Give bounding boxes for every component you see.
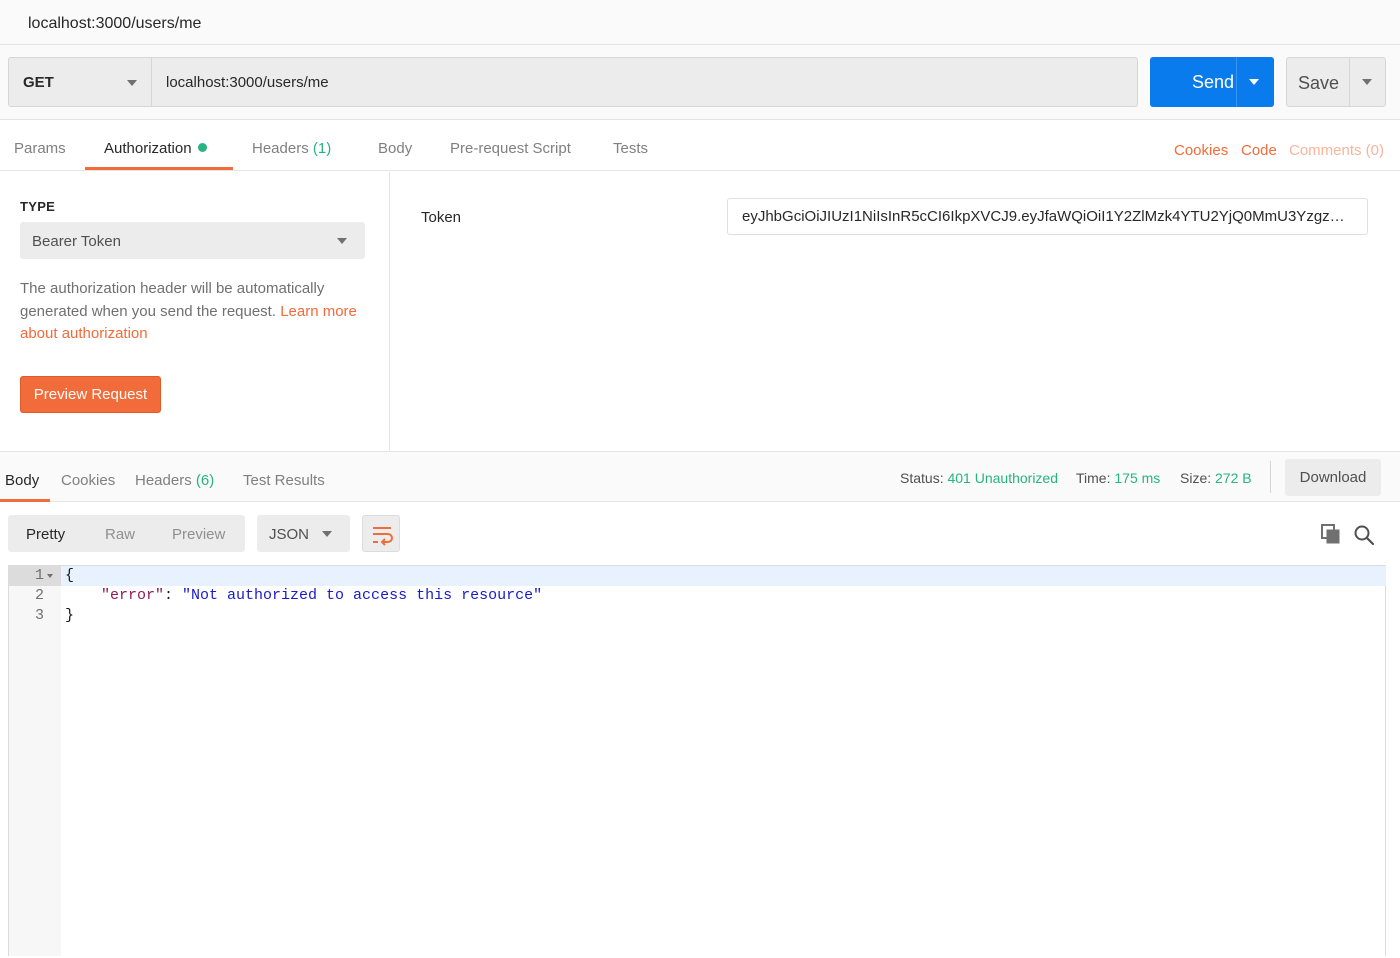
active-dot-icon — [197, 143, 207, 152]
format-select[interactable]: JSON — [257, 515, 350, 552]
token-label: Token — [421, 209, 462, 226]
auth-token-panel: Token — [391, 172, 1400, 450]
response-tab-body[interactable]: Body — [5, 472, 39, 489]
wrap-lines-icon — [373, 527, 393, 546]
line-number: 1 — [34, 567, 44, 584]
method-value: GET — [23, 74, 54, 91]
tab-authorization-label: Authorization — [104, 140, 192, 157]
cookies-link[interactable]: Cookies — [1174, 142, 1228, 159]
chevron-down-icon — [127, 80, 137, 86]
tab-body[interactable]: Body — [378, 140, 412, 157]
save-button[interactable]: Save — [1286, 57, 1386, 107]
line-number: 3 — [34, 607, 44, 624]
code-line-open-brace: { — [65, 567, 75, 584]
response-view-toggle: Pretty Raw Preview — [8, 515, 245, 552]
response-tab-headers-label: Headers — [135, 472, 192, 489]
meta-divider — [1270, 461, 1271, 493]
token-input[interactable] — [727, 198, 1368, 235]
line-number: 2 — [34, 587, 44, 604]
chevron-down-icon — [322, 531, 332, 537]
tab-tests[interactable]: Tests — [613, 140, 648, 157]
size-label: Size: — [1180, 470, 1212, 486]
status-meta: Status: 401 Unauthorized — [900, 470, 1058, 486]
size-value: 272 B — [1215, 470, 1252, 486]
auth-type-panel: TYPE Bearer Token The authorization head… — [0, 172, 390, 450]
active-response-tab-indicator — [0, 499, 50, 502]
json-key: "error" — [101, 587, 165, 604]
save-divider — [1349, 58, 1350, 106]
tab-headers[interactable]: Headers (1) — [252, 140, 331, 157]
json-colon: : — [164, 587, 183, 604]
comments-link[interactable]: Comments (0) — [1289, 142, 1384, 159]
response-body-editor[interactable]: 1 2 3 { "error": "Not authorized to acce… — [8, 565, 1386, 956]
status-value: 401 Unauthorized — [947, 470, 1059, 486]
send-label: Send — [1192, 72, 1235, 92]
response-tab-headers[interactable]: Headers (6) — [135, 472, 214, 489]
time-label: Time: — [1076, 470, 1111, 486]
response-tab-test-results[interactable]: Test Results — [243, 472, 325, 489]
json-value: "Not authorized to access this resource" — [182, 587, 543, 604]
time-meta: Time: 175 ms — [1076, 470, 1160, 486]
save-options-chevron-icon[interactable] — [1362, 79, 1372, 85]
fold-chevron-icon[interactable] — [47, 574, 53, 578]
wrap-lines-button[interactable] — [362, 515, 400, 552]
send-button[interactable]: Send — [1150, 57, 1274, 107]
auth-type-value: Bearer Token — [32, 233, 121, 250]
code-link[interactable]: Code — [1241, 142, 1277, 159]
view-pretty-button[interactable]: Pretty — [26, 526, 65, 543]
auth-type-select[interactable]: Bearer Token — [20, 222, 365, 259]
status-label: Status: — [900, 470, 944, 486]
response-tab-cookies[interactable]: Cookies — [61, 472, 115, 489]
tab-headers-label: Headers — [252, 140, 309, 157]
view-preview-button[interactable]: Preview — [172, 526, 225, 543]
response-tabs: Body Cookies Headers (6) Test Results St… — [0, 451, 1400, 502]
send-options-chevron-icon[interactable] — [1249, 79, 1259, 85]
copy-icon[interactable] — [1321, 524, 1341, 544]
chevron-down-icon — [337, 238, 347, 244]
type-label: TYPE — [20, 199, 56, 214]
window-title: localhost:3000/users/me — [28, 15, 202, 32]
code-line-error: "error": "Not authorized to access this … — [101, 586, 542, 606]
headers-count: (1) — [312, 140, 332, 157]
response-headers-count: (6) — [195, 472, 215, 489]
auth-help-body: The authorization header will be automat… — [20, 280, 325, 320]
auth-help-text: The authorization header will be automat… — [20, 278, 365, 346]
request-tabs: Params Authorization Headers (1) Body Pr… — [0, 121, 1400, 171]
code-line-close-brace: } — [65, 607, 75, 624]
search-icon[interactable] — [1353, 524, 1375, 546]
size-meta: Size: 272 B — [1180, 470, 1252, 486]
tab-params[interactable]: Params — [14, 140, 66, 157]
url-input[interactable] — [152, 57, 1138, 107]
active-line-highlight — [61, 566, 1386, 586]
request-url-bar: GET Send Save — [0, 45, 1400, 120]
method-select[interactable]: GET — [8, 57, 152, 107]
view-raw-button[interactable]: Raw — [105, 526, 135, 543]
tab-prerequest-script[interactable]: Pre-request Script — [450, 140, 571, 157]
download-button[interactable]: Download — [1285, 459, 1381, 496]
tab-authorization[interactable]: Authorization — [104, 140, 207, 157]
format-value: JSON — [269, 526, 310, 543]
active-tab-indicator — [85, 167, 233, 170]
send-divider — [1236, 57, 1237, 107]
save-label: Save — [1298, 73, 1340, 93]
preview-request-button[interactable]: Preview Request — [20, 376, 161, 413]
window-title-bar: localhost:3000/users/me — [0, 0, 1400, 45]
time-value: 175 ms — [1114, 470, 1161, 486]
